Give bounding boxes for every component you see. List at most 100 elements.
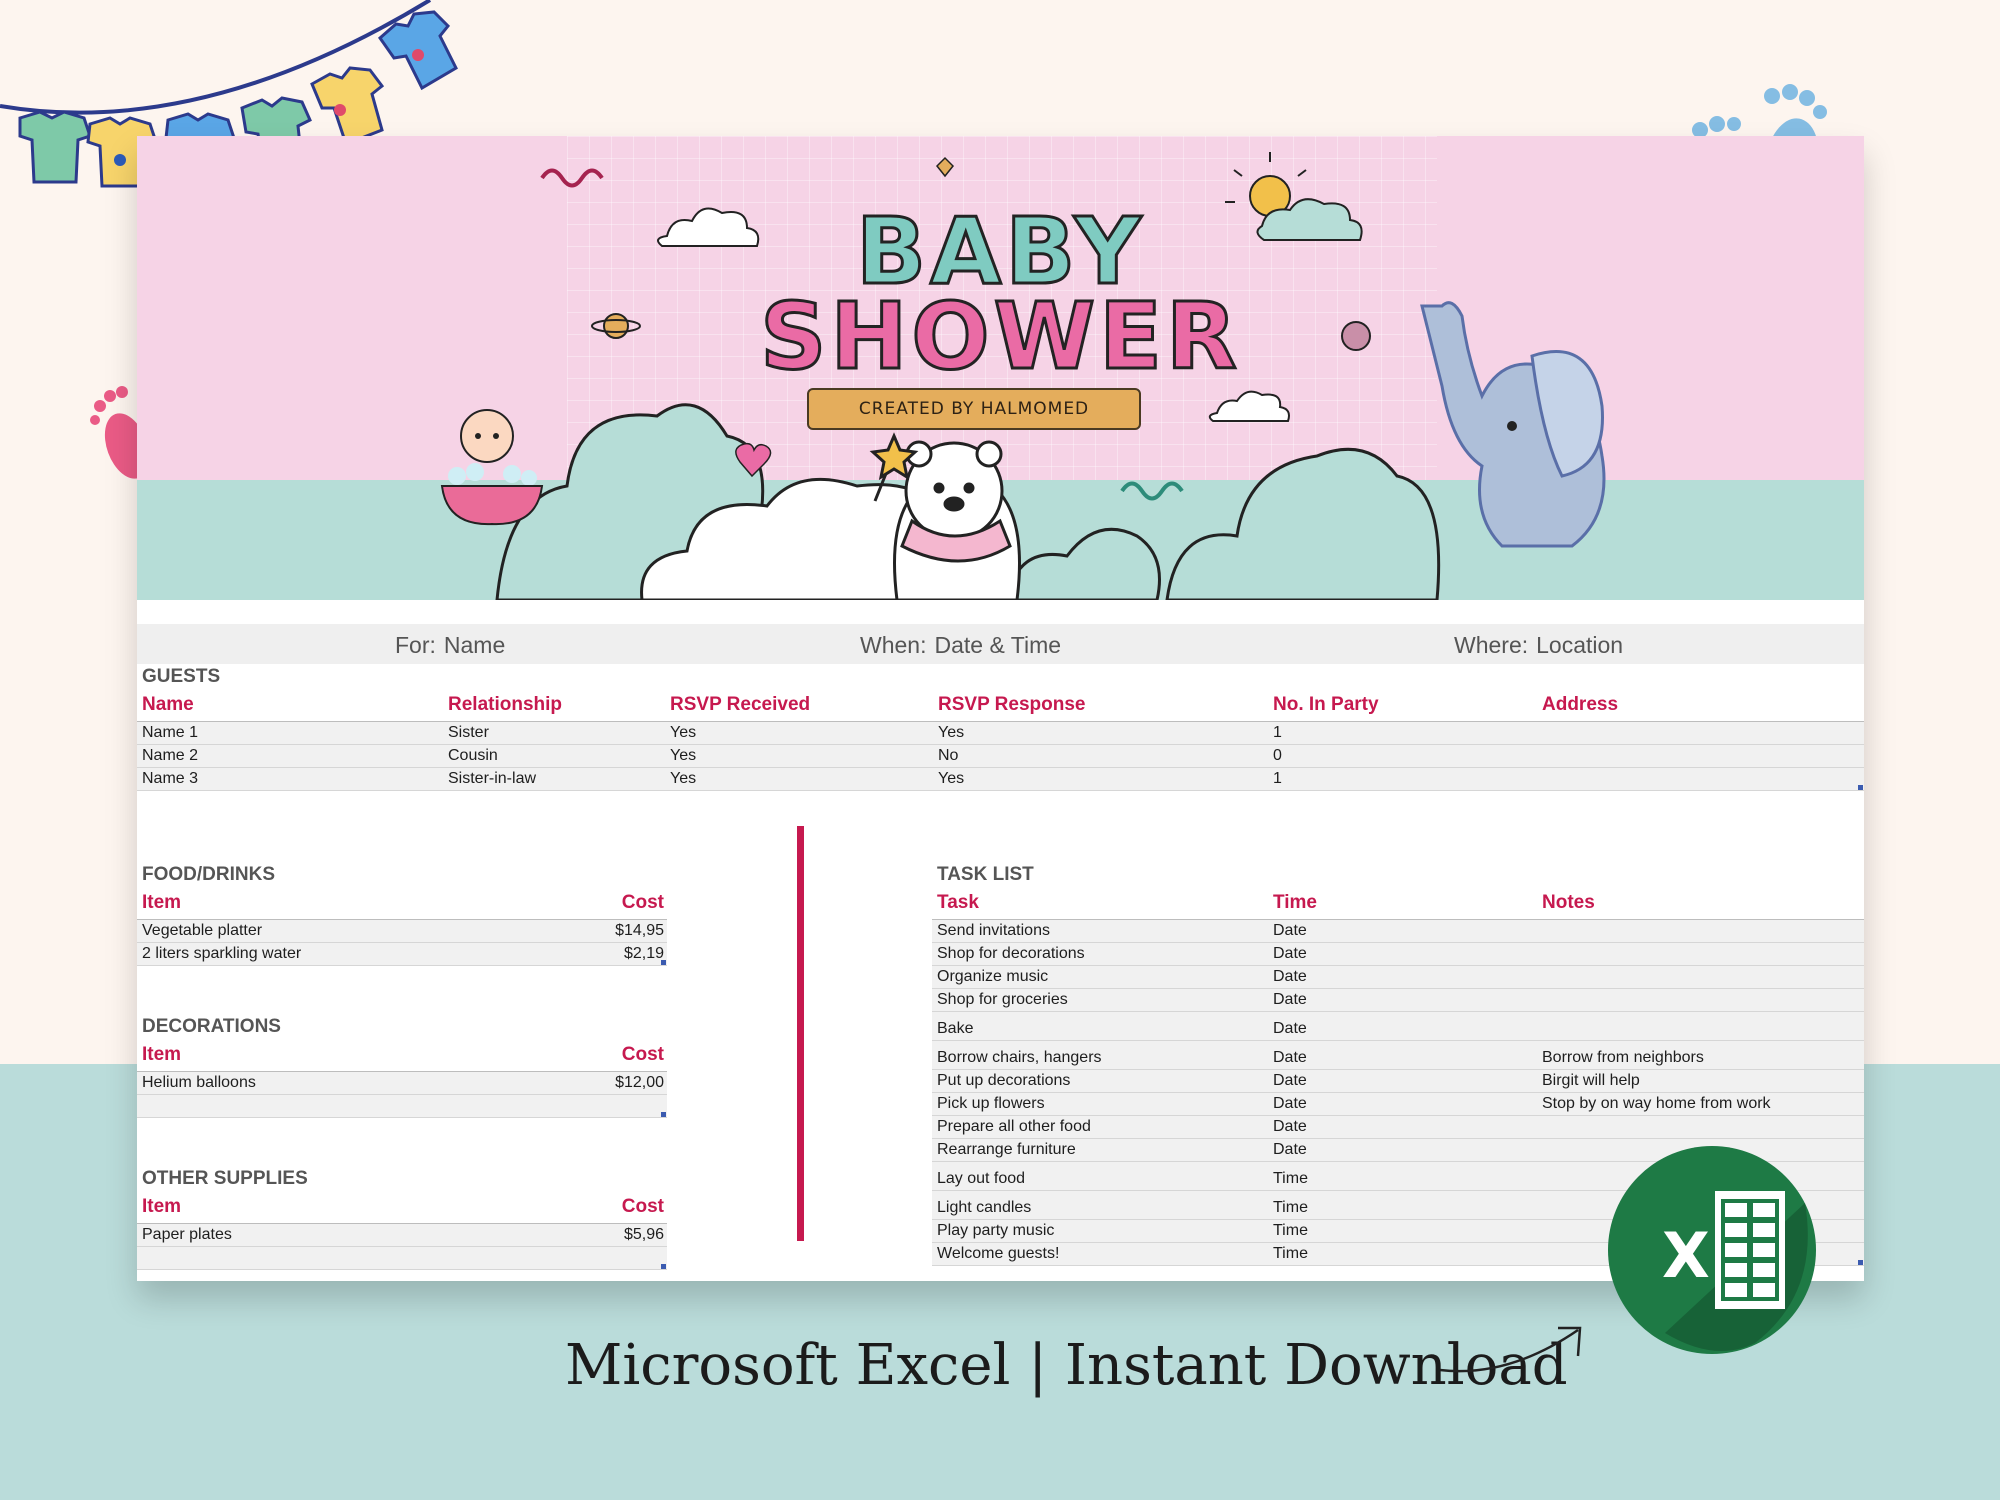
guests-header-rsvp-received: RSVP Received: [670, 694, 811, 715]
info-value: Date & Time: [934, 632, 1062, 658]
guests-resize-handle[interactable]: [1858, 785, 1863, 790]
task-cell: Stop by on way home from work: [1542, 1095, 1771, 1112]
info-for[interactable]: For: Name: [395, 632, 505, 659]
task-cell: Shop for decorations: [937, 945, 1085, 962]
task-cell: Welcome guests!: [937, 1245, 1060, 1262]
task-cell: Date: [1273, 991, 1307, 1008]
supplies-header-item: Item: [142, 1196, 182, 1217]
task-cell: Organize music: [937, 968, 1049, 985]
guests-header-name: Name: [142, 694, 194, 715]
guests-cell: Name 1: [142, 724, 199, 741]
task-cell: Time: [1273, 1199, 1308, 1216]
task-cell: Borrow from neighbors: [1542, 1049, 1704, 1066]
task-cell: Lay out food: [937, 1170, 1026, 1187]
task-cell: Pick up flowers: [937, 1095, 1045, 1112]
task-cell: Date: [1273, 1095, 1307, 1112]
guests-cell: Yes: [938, 724, 965, 741]
task-cell: Borrow chairs, hangers: [937, 1049, 1102, 1066]
logo-letter: X: [1662, 1219, 1710, 1292]
guests-cell: No: [938, 747, 959, 764]
task-row[interactable]: [932, 1070, 1864, 1093]
guests-header-relationship: Relationship: [448, 694, 563, 715]
supplies-section-title: OTHER SUPPLIES: [142, 1168, 308, 1189]
guests-section-title: GUESTS: [142, 666, 221, 687]
supplies-cell: Paper plates: [142, 1226, 232, 1243]
info-value: Location: [1536, 632, 1624, 658]
tasks-resize-handle[interactable]: [1858, 1260, 1863, 1265]
decorations-cell: Helium balloons: [142, 1074, 256, 1091]
baby-bath-icon: [440, 409, 544, 526]
excel-logo-icon: X: [1608, 1146, 1816, 1354]
title-shower: SHOWER: [759, 282, 1241, 392]
banner: BABY SHOWER CREATED BY HALMOMED: [137, 136, 1864, 600]
arrow-icon: [1439, 1326, 1582, 1373]
tasks-section-title: TASK LIST: [937, 864, 1034, 885]
decorations-resize-handle[interactable]: [661, 1112, 666, 1117]
supplies-resize-handle[interactable]: [661, 1264, 666, 1269]
info-where[interactable]: Where: Location: [1454, 632, 1623, 659]
task-cell: Bake: [937, 1020, 974, 1037]
food-cell: 2 liters sparkling water: [142, 945, 302, 962]
guests-cell: 1: [1273, 770, 1282, 787]
guests-cell: 0: [1273, 747, 1282, 764]
task-cell: Date: [1273, 1072, 1307, 1089]
guests-cell: Yes: [670, 747, 697, 764]
task-cell: Time: [1273, 1222, 1308, 1239]
task-cell: Play party music: [937, 1222, 1055, 1239]
guests-cell: Cousin: [448, 747, 498, 764]
guests-header-rsvp-response: RSVP Response: [938, 694, 1086, 715]
task-cell: Date: [1273, 945, 1307, 962]
task-row[interactable]: [932, 1012, 1864, 1041]
food-cell: Vegetable platter: [142, 922, 263, 939]
task-cell: Date: [1273, 1118, 1307, 1135]
decorations-row[interactable]: [137, 1095, 667, 1118]
guests-cell: Sister: [448, 724, 489, 741]
task-cell: Shop for groceries: [937, 991, 1068, 1008]
caption: Microsoft Excel | Instant Download: [565, 1333, 1568, 1398]
info-label: For:: [395, 632, 436, 658]
food-section-title: FOOD/DRINKS: [142, 864, 275, 885]
guests-row[interactable]: [137, 722, 1864, 745]
guests-cell: Yes: [938, 770, 965, 787]
task-row[interactable]: [932, 966, 1864, 989]
info-row: For: Name When: Date & Time Where: Location: [137, 624, 1864, 664]
guests-cell: Yes: [670, 724, 697, 741]
task-cell: Put up decorations: [937, 1072, 1071, 1089]
guests-header-no-in-party: No. In Party: [1273, 694, 1379, 715]
guests-cell: Name 3: [142, 770, 199, 787]
task-cell: Prepare all other food: [937, 1118, 1091, 1135]
task-cell: Time: [1273, 1170, 1308, 1187]
task-row[interactable]: [932, 920, 1864, 943]
guests-row[interactable]: [137, 745, 1864, 768]
task-cell: Date: [1273, 968, 1307, 985]
section-divider: [797, 826, 804, 1241]
tasks-header-time: Time: [1273, 892, 1318, 913]
guests-header-address: Address: [1542, 694, 1619, 715]
task-cell: Time: [1273, 1245, 1308, 1262]
decorations-header-item: Item: [142, 1044, 182, 1065]
task-cell: Date: [1273, 1020, 1307, 1037]
task-cell: Light candles: [937, 1199, 1032, 1216]
task-cell: Rearrange furniture: [937, 1141, 1076, 1158]
info-value: Name: [443, 632, 506, 658]
tasks-header-task: Task: [937, 892, 979, 913]
info-label: When:: [860, 632, 927, 658]
task-cell: Date: [1273, 922, 1307, 939]
guests-cell: 1: [1273, 724, 1282, 741]
task-cell: Date: [1273, 1049, 1307, 1066]
creator-badge: CREATED BY HALMOMED: [807, 388, 1141, 430]
task-cell: Send invitations: [937, 922, 1050, 939]
guests-row[interactable]: [137, 768, 1864, 791]
guests-cell: Name 2: [142, 747, 199, 764]
food-resize-handle[interactable]: [661, 960, 666, 965]
food-header-item: Item: [142, 892, 182, 913]
task-row[interactable]: [932, 989, 1864, 1012]
tasks-header-notes: Notes: [1542, 892, 1595, 913]
spreadsheet-sheet: BABY SHOWER CREATED BY HALMOMED For: Name…: [137, 136, 1864, 1281]
info-label: Where:: [1454, 632, 1529, 658]
decorations-section-title: DECORATIONS: [142, 1016, 281, 1037]
guests-cell: Sister-in-law: [448, 770, 537, 787]
info-when[interactable]: When: Date & Time: [860, 632, 1061, 659]
supplies-row[interactable]: [137, 1247, 667, 1270]
task-cell: Date: [1273, 1141, 1307, 1158]
